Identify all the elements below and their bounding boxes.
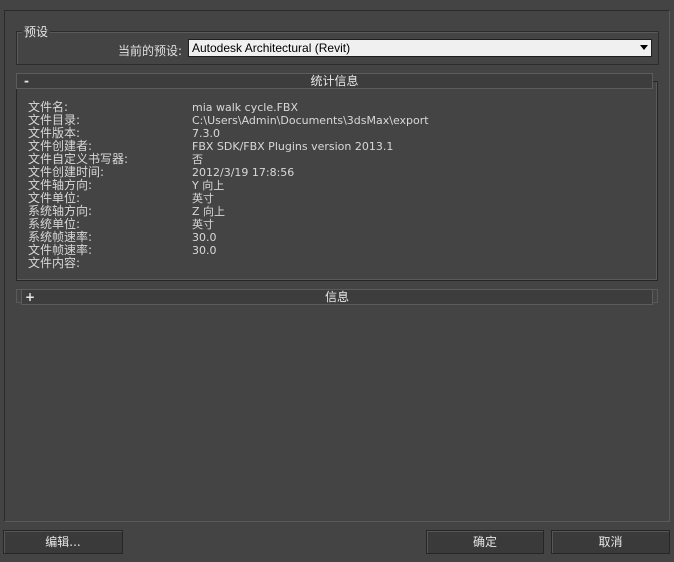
cancel-button[interactable]: 取消 (551, 530, 670, 554)
info-rollout-title: 信息 (324, 290, 349, 304)
stat-value: 30.0 (192, 231, 217, 244)
statistics-panel (16, 81, 658, 281)
stat-value: Y 向上 (192, 179, 225, 192)
stat-value: C:\Users\Admin\Documents\3dsMax\export (192, 114, 429, 127)
stat-value: Z 向上 (192, 205, 226, 218)
stat-value: 否 (192, 153, 203, 166)
stat-value: FBX SDK/FBX Plugins version 2013.1 (192, 140, 394, 153)
info-rollout-header[interactable]: + 信息 (21, 289, 653, 305)
stat-value: 英寸 (192, 218, 214, 231)
statistics-rollout-header[interactable]: - 统计信息 (16, 73, 653, 89)
chevron-down-icon[interactable] (640, 45, 648, 50)
stat-value: 7.3.0 (192, 127, 220, 140)
edit-button[interactable]: 编辑... (3, 530, 123, 554)
preset-dropdown[interactable]: Autodesk Architectural (Revit) (188, 39, 652, 57)
stat-value: 英寸 (192, 192, 214, 205)
ok-button[interactable]: 确定 (426, 530, 544, 554)
stat-value: mia walk cycle.FBX (192, 101, 299, 114)
stat-value: 30.0 (192, 244, 217, 257)
preset-dropdown-value: Autodesk Architectural (Revit) (192, 41, 351, 55)
current-preset-label: 当前的预设: (118, 44, 183, 58)
stat-label: 文件内容: (28, 256, 81, 270)
statistics-rollout-title: 统计信息 (310, 74, 359, 88)
info-rollout-bracket-right (653, 289, 658, 303)
stat-value: 2012/3/19 17:8:56 (192, 166, 295, 179)
preset-group-title: 预设 (22, 23, 51, 40)
